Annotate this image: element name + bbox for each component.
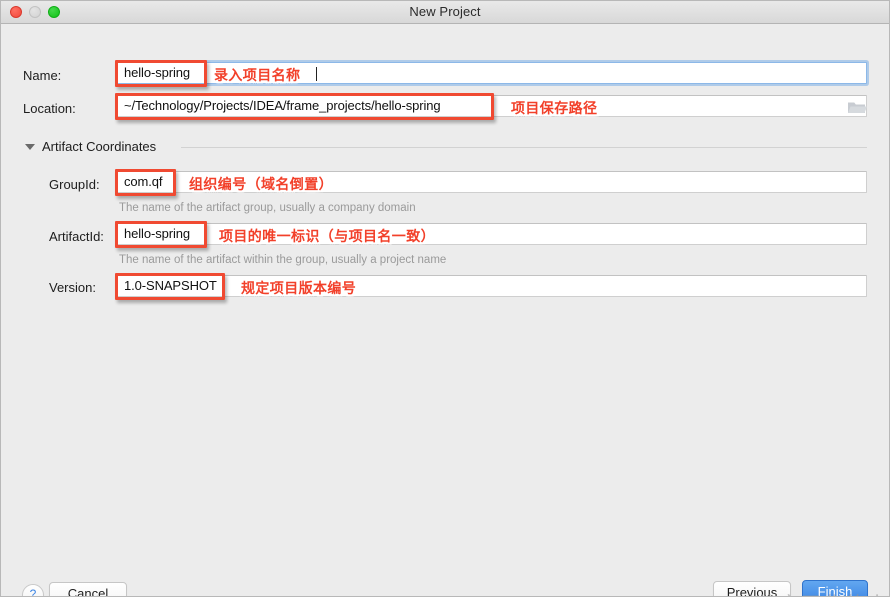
groupid-annotation: 组织编号（域名倒置）	[189, 177, 333, 193]
text-caret	[316, 67, 317, 81]
version-label: Version:	[49, 280, 96, 295]
help-button[interactable]: ?	[22, 584, 44, 596]
cancel-button[interactable]: Cancel	[49, 582, 127, 596]
artifact-coordinates-header[interactable]: Artifact Coordinates	[25, 139, 156, 154]
name-label: Name:	[23, 68, 62, 83]
dialog-body: Name: hello-spring 录入项目名称 Location: ~/Te…	[1, 24, 889, 596]
artifactid-input-value: hello-spring	[124, 226, 191, 241]
chevron-down-icon	[25, 143, 35, 150]
groupid-label: GroupId:	[49, 177, 100, 192]
title-bar: New Project	[1, 1, 889, 24]
section-divider	[181, 147, 867, 148]
groupid-input-value: com.qf	[124, 174, 163, 189]
artifact-coordinates-title: Artifact Coordinates	[42, 139, 157, 154]
location-annotation: 项目保存路径	[511, 101, 598, 117]
previous-button[interactable]: Previous	[713, 581, 791, 596]
new-project-dialog: New Project Name: hello-spring 录入项目名称 Lo…	[0, 0, 890, 597]
version-annotation: 规定项目版本编号	[241, 281, 357, 297]
name-annotation: 录入项目名称	[214, 68, 301, 84]
version-input[interactable]: 1.0-SNAPSHOT	[117, 275, 867, 297]
artifactid-annotation: 项目的唯一标识（与项目名一致）	[219, 229, 435, 245]
finish-button[interactable]: Finish	[802, 580, 868, 596]
name-input-value: hello-spring	[124, 65, 191, 80]
location-input-value: ~/Technology/Projects/IDEA/frame_project…	[124, 98, 441, 113]
window-title: New Project	[409, 4, 481, 19]
folder-icon[interactable]	[846, 99, 868, 119]
location-input[interactable]: ~/Technology/Projects/IDEA/frame_project…	[117, 95, 867, 117]
artifactid-hint: The name of the artifact within the grou…	[119, 254, 447, 266]
version-input-value: 1.0-SNAPSHOT	[124, 278, 217, 293]
location-label: Location:	[23, 101, 76, 116]
groupid-hint: The name of the artifact group, usually …	[119, 202, 416, 214]
artifactid-label: ArtifactId:	[49, 229, 104, 244]
